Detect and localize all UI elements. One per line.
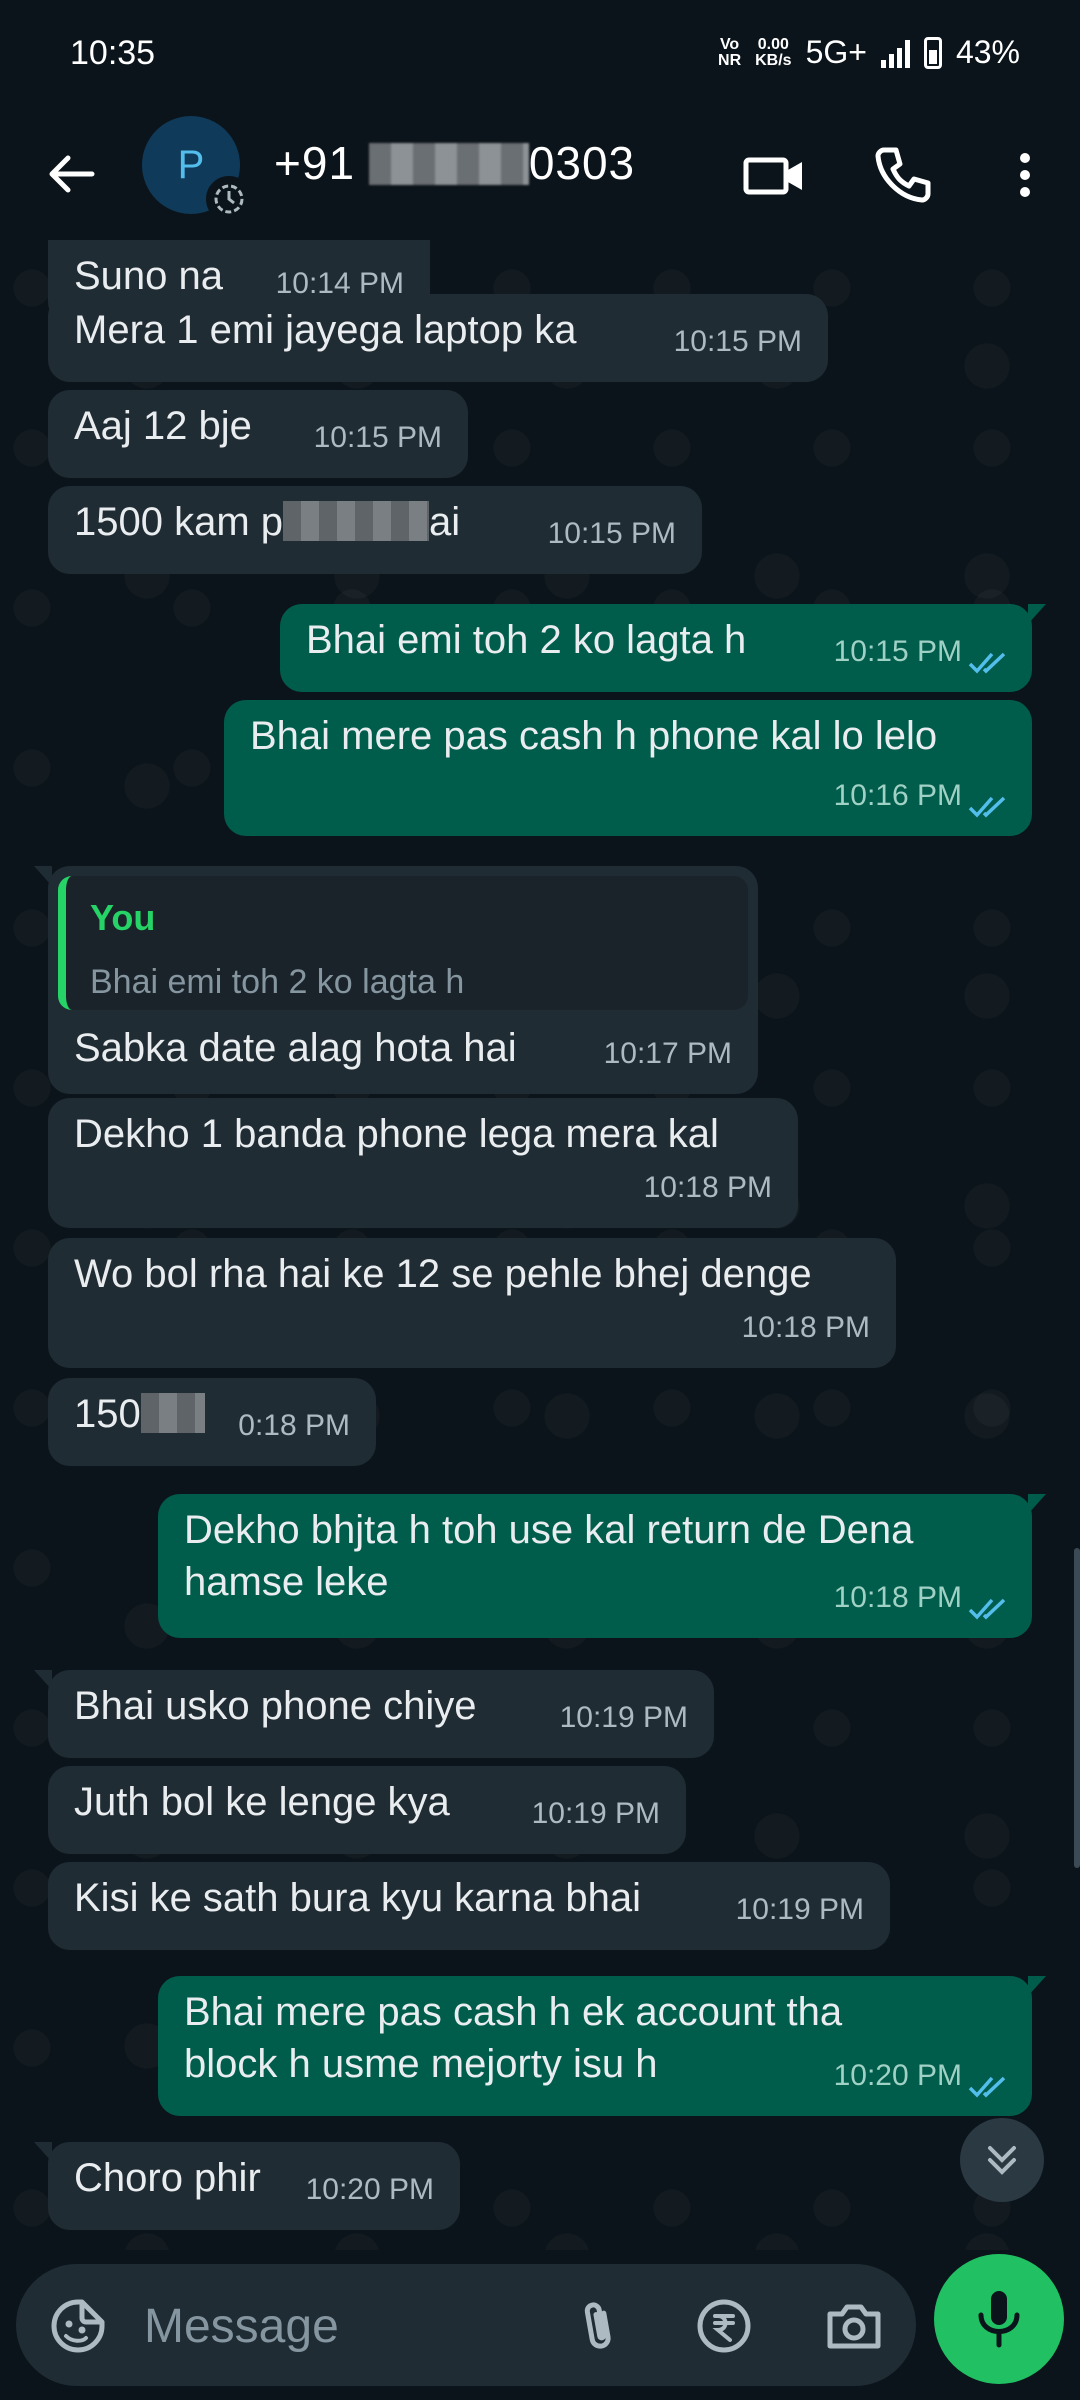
network-type: 5G+ xyxy=(805,34,867,70)
message-time: 0:18 PM xyxy=(238,1409,350,1442)
battery-icon xyxy=(923,36,942,69)
message-text: Bhai usko phone chiye xyxy=(74,1684,477,1728)
more-vert-icon[interactable] xyxy=(990,140,1060,210)
message-input[interactable] xyxy=(142,2294,526,2358)
message-time: 10:19 PM xyxy=(559,1701,688,1734)
sticker-icon[interactable] xyxy=(46,2294,110,2358)
status-time: 10:35 xyxy=(70,34,156,72)
chat-header: P +91 0303 xyxy=(0,110,1080,240)
message-incoming[interactable]: Bhai usko phone chiye 10:19 PM xyxy=(34,1670,714,1758)
message-outgoing[interactable]: Bhai emi toh 2 ko lagta h 10:15 PM xyxy=(280,604,1046,692)
redacted-number xyxy=(368,143,529,185)
scroll-to-bottom-button[interactable] xyxy=(960,2118,1044,2202)
message-text: 1500 kam p xyxy=(74,500,284,544)
message-text: Sabka date alag hota hai xyxy=(74,1026,517,1070)
mic-icon xyxy=(978,2291,1020,2348)
volte-indicator: Vo NR xyxy=(718,35,742,69)
network-speed-value: 0.00 xyxy=(757,35,789,53)
contact-prefix: +91 xyxy=(274,137,356,189)
bubble-tail xyxy=(34,2142,52,2162)
redacted-text xyxy=(283,501,430,541)
message-incoming[interactable]: 1500 kam p ai 10:15 PM xyxy=(48,486,702,574)
rupee-icon[interactable] xyxy=(692,2294,756,2358)
quoted-message[interactable]: You Bhai emi toh 2 ko lagta h xyxy=(58,876,748,1010)
redacted-text xyxy=(140,1393,205,1433)
mic-button[interactable] xyxy=(934,2254,1064,2384)
message-time: 10:18 PM xyxy=(741,1311,870,1344)
message-text: Choro phir xyxy=(74,2156,261,2200)
back-arrow-icon[interactable] xyxy=(40,142,104,206)
signal-icon xyxy=(880,38,910,68)
message-incoming[interactable]: Juth bol ke lenge kya 10:19 PM xyxy=(48,1766,686,1854)
message-text: Wo bol rha hai ke 12 se pehle bhej denge xyxy=(74,1252,812,1296)
message-text: Kisi ke sath bura kyu karna bhai xyxy=(74,1876,641,1920)
message-text: Juth bol ke lenge kya xyxy=(74,1780,450,1824)
message-time: 10:15 PM xyxy=(547,517,676,550)
status-icons: Vo NR 0.00 KB/s 5G+ 43% xyxy=(718,34,1020,71)
double-check-icon xyxy=(968,652,1006,674)
contact-name[interactable]: +91 0303 xyxy=(274,136,635,190)
contact-suffix: 0303 xyxy=(528,137,636,189)
message-incoming[interactable]: Choro phir 10:20 PM xyxy=(34,2142,460,2230)
message-text: Bhai mere pas cash h ek account tha bloc… xyxy=(184,1990,843,2086)
status-timer-icon xyxy=(206,176,252,222)
message-outgoing[interactable]: Bhai mere pas cash h ek account tha bloc… xyxy=(158,1976,1046,2116)
message-time: 10:18 PM xyxy=(833,1581,962,1614)
battery-percent: 43% xyxy=(955,34,1020,70)
message-outgoing[interactable]: Bhai mere pas cash h phone kal lo lelo 1… xyxy=(224,700,1032,836)
message-text: Mera 1 emi jayega laptop ka xyxy=(74,308,577,352)
message-text: 150 xyxy=(74,1392,141,1436)
chat-area[interactable]: Suno na 10:14 PM Mera 1 emi jayega lapto… xyxy=(0,240,1080,2250)
message-incoming[interactable]: Kisi ke sath bura kyu karna bhai 10:19 P… xyxy=(48,1862,890,1950)
message-time: 10:19 PM xyxy=(531,1797,660,1830)
message-outgoing[interactable]: Dekho bhjta h toh use kal return de Dena… xyxy=(158,1494,1046,1638)
message-composer xyxy=(16,2264,916,2386)
phone-icon[interactable] xyxy=(868,140,938,210)
bubble-tail xyxy=(34,1670,52,1690)
message-incoming[interactable]: 150 0:18 PM xyxy=(48,1378,376,1466)
message-text: Bhai mere pas cash h phone kal lo lelo xyxy=(250,714,938,758)
message-time: 10:18 PM xyxy=(643,1171,772,1204)
message-text: Bhai emi toh 2 ko lagta h xyxy=(306,618,747,662)
bubble-tail xyxy=(1028,604,1046,624)
message-time: 10:15 PM xyxy=(673,325,802,358)
message-time: 10:15 PM xyxy=(313,421,442,454)
message-text-end: ai xyxy=(429,500,461,544)
network-speed: 0.00 KB/s xyxy=(755,35,792,69)
message-incoming[interactable]: Mera 1 emi jayega laptop ka 10:15 PM xyxy=(48,294,828,382)
message-time: 10:17 PM xyxy=(603,1037,732,1070)
double-check-icon xyxy=(968,2076,1006,2098)
network-speed-unit: KB/s xyxy=(755,51,792,69)
double-check-icon xyxy=(968,1598,1006,1620)
message-time: 10:20 PM xyxy=(833,2059,962,2092)
message-incoming[interactable]: Aaj 12 bje 10:15 PM xyxy=(48,390,468,478)
message-time: 10:20 PM xyxy=(305,2173,434,2206)
message-time: 10:15 PM xyxy=(833,635,962,668)
message-incoming[interactable]: Dekho 1 banda phone lega mera kal 10:18 … xyxy=(48,1098,798,1228)
quoted-author: You xyxy=(90,897,156,938)
bubble-tail xyxy=(1028,1976,1046,1996)
bubble-tail xyxy=(1028,1494,1046,1514)
attach-icon[interactable] xyxy=(568,2294,632,2358)
message-text: Aaj 12 bje xyxy=(74,404,252,448)
chevron-double-down-icon xyxy=(988,2146,1016,2175)
message-incoming-reply[interactable]: You Bhai emi toh 2 ko lagta h Sabka date… xyxy=(34,866,758,1094)
video-call-icon[interactable] xyxy=(740,140,810,210)
quoted-text: Bhai emi toh 2 ko lagta h xyxy=(90,963,465,1001)
message-time: 10:19 PM xyxy=(735,1893,864,1926)
message-text: Dekho 1 banda phone lega mera kal xyxy=(74,1112,719,1156)
scroll-indicator[interactable] xyxy=(1074,1548,1080,1868)
message-incoming[interactable]: Wo bol rha hai ke 12 se pehle bhej denge… xyxy=(48,1238,896,1368)
status-bar: 10:35 Vo NR 0.00 KB/s 5G+ 43% xyxy=(0,0,1080,110)
avatar-initial: P xyxy=(177,142,205,187)
message-time: 10:16 PM xyxy=(833,779,962,812)
camera-icon[interactable] xyxy=(822,2294,886,2358)
double-check-icon xyxy=(968,796,1006,818)
bubble-tail xyxy=(34,866,52,886)
